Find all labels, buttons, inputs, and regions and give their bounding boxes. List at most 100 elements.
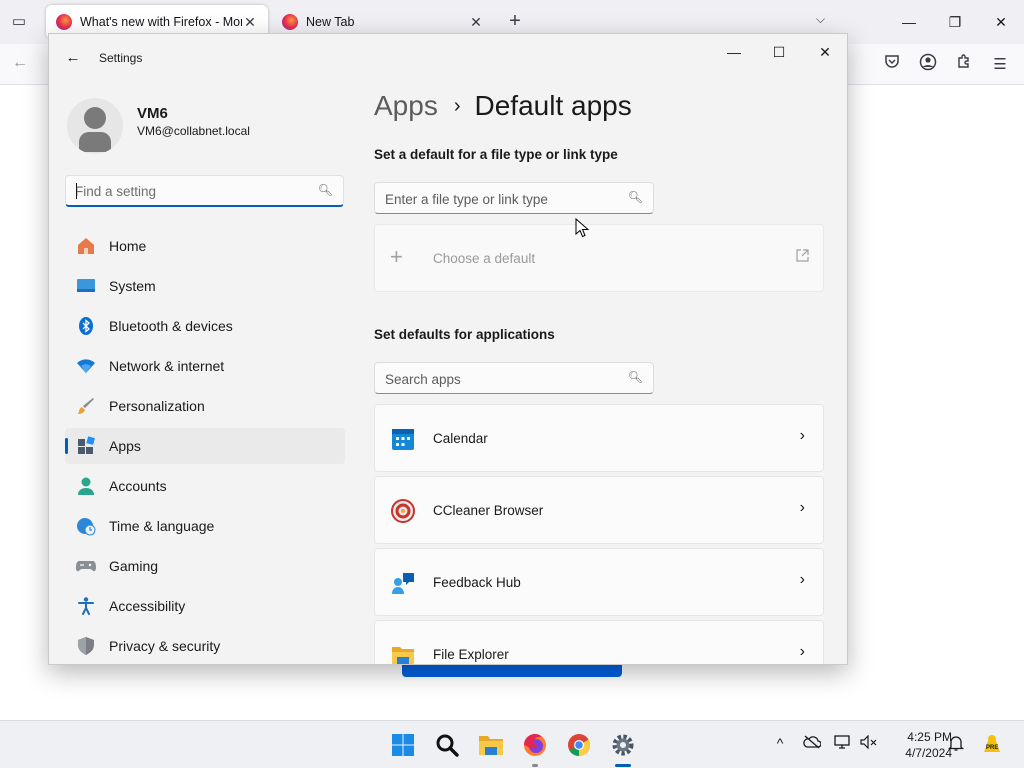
restore-icon[interactable]: ❐ (940, 10, 970, 34)
extensions-icon[interactable] (952, 53, 976, 77)
sidebar-item-apps[interactable]: Apps (65, 428, 345, 464)
find-setting-input[interactable] (75, 182, 305, 200)
wifi-icon (75, 355, 97, 377)
app-search-input[interactable] (385, 370, 615, 388)
firefox-taskbar-button[interactable] (521, 731, 549, 767)
find-setting-box[interactable]: 🔍︎ (65, 175, 344, 207)
pre-badge: PRE (986, 745, 999, 751)
feedback-hub-icon (391, 571, 415, 595)
sidebar-item-personalization[interactable]: Personalization (65, 388, 345, 424)
firefox-view-icon[interactable]: ▭ (8, 12, 30, 32)
app-row-ccleaner-browser[interactable]: CCleaner Browser › (374, 476, 824, 544)
sidebar-item-label: Home (109, 238, 147, 254)
user-name: VM6 (137, 105, 168, 122)
insider-preview-icon[interactable]: PRE (980, 732, 1004, 756)
settings-taskbar-button[interactable] (609, 731, 637, 767)
file-type-input[interactable] (385, 190, 615, 208)
settings-window: ← Settings — ☐ ✕ VM6 VM6@collabnet.local… (48, 33, 848, 665)
sidebar-item-accounts[interactable]: Accounts (65, 468, 345, 504)
gear-icon (612, 734, 634, 756)
active-indicator (615, 764, 631, 767)
app-row-feedback-hub[interactable]: Feedback Hub › (374, 548, 824, 616)
running-indicator (532, 764, 538, 767)
app-row-file-explorer[interactable]: File Explorer › (374, 620, 824, 664)
breadcrumb-apps-link[interactable]: Apps (374, 90, 438, 122)
mouse-pointer-icon (575, 218, 589, 238)
sidebar-item-label: Privacy & security (109, 638, 221, 654)
accessibility-icon (75, 595, 97, 617)
system-clock[interactable]: 4:25 PM 4/7/2024 (886, 729, 952, 761)
avatar[interactable] (67, 98, 123, 154)
chrome-taskbar-button[interactable] (565, 731, 593, 759)
sidebar-item-label: Bluetooth & devices (109, 318, 233, 334)
search-icon: 🔍︎ (627, 190, 643, 204)
onedrive-offline-icon[interactable] (802, 735, 822, 752)
search-button[interactable] (433, 731, 461, 759)
tab-close-icon[interactable]: ✕ (242, 14, 258, 31)
gamepad-icon (75, 555, 97, 577)
settings-app-title: Settings (99, 51, 143, 65)
firefox-favicon-icon (282, 14, 298, 30)
tab-close-icon[interactable]: ✕ (468, 14, 484, 31)
sidebar-item-network[interactable]: Network & internet (65, 348, 345, 384)
account-icon[interactable] (916, 53, 940, 77)
search-icon: 🔍︎ (317, 183, 333, 197)
back-arrow-icon[interactable]: ← (63, 48, 83, 68)
globe-clock-icon (75, 515, 97, 537)
sidebar-item-label: System (109, 278, 156, 294)
user-email: VM6@collabnet.local (137, 124, 250, 138)
app-name: Calendar (433, 431, 488, 446)
brush-icon (75, 395, 97, 417)
file-explorer-taskbar-button[interactable] (477, 731, 505, 759)
taskbar: ^ 4:25 PM 4/7/2024 PRE (0, 720, 1024, 768)
menu-icon[interactable]: ☰ (988, 53, 1012, 77)
maximize-icon[interactable]: ☐ (763, 40, 795, 64)
sidebar-item-bluetooth[interactable]: Bluetooth & devices (65, 308, 345, 344)
sidebar-item-gaming[interactable]: Gaming (65, 548, 345, 584)
sidebar-item-label: Accounts (109, 478, 167, 494)
folder-icon (479, 736, 503, 755)
app-name: File Explorer (433, 647, 509, 662)
search-icon (436, 734, 459, 757)
clock-date: 4/7/2024 (905, 746, 952, 760)
sidebar-item-label: Time & language (109, 518, 215, 534)
pocket-icon[interactable] (880, 53, 904, 77)
file-type-search-box[interactable]: 🔍︎ (374, 182, 654, 214)
choose-default-label: Choose a default (433, 251, 536, 266)
minimize-icon[interactable]: — (894, 10, 924, 34)
show-hidden-icons-chevron-icon[interactable]: ^ (770, 735, 790, 751)
calendar-icon (391, 427, 415, 451)
notification-bell-icon[interactable] (946, 735, 966, 754)
volume-muted-icon[interactable] (859, 734, 879, 752)
settings-title-bar: ← Settings — ☐ ✕ (49, 34, 847, 82)
close-icon[interactable]: ✕ (809, 40, 841, 64)
new-tab-button[interactable]: + (504, 10, 526, 32)
chrome-icon (568, 734, 590, 756)
close-icon[interactable]: ✕ (986, 10, 1016, 34)
app-row-calendar[interactable]: Calendar › (374, 404, 824, 472)
sidebar-item-system[interactable]: System (65, 268, 345, 304)
choose-default-card[interactable]: + Choose a default (374, 224, 824, 292)
apps-icon (75, 435, 97, 457)
sidebar-item-home[interactable]: Home (65, 228, 345, 264)
sidebar-item-privacy[interactable]: Privacy & security (65, 628, 345, 664)
plus-icon: + (390, 244, 403, 269)
sidebar-item-time-language[interactable]: Time & language (65, 508, 345, 544)
shield-icon (75, 635, 97, 657)
page-title: Default apps (474, 90, 632, 121)
open-external-icon (796, 249, 809, 265)
app-search-box[interactable]: 🔍︎ (374, 362, 654, 394)
minimize-icon[interactable]: — (718, 40, 750, 64)
file-explorer-icon (391, 643, 415, 664)
start-button[interactable] (389, 731, 417, 759)
ccleaner-browser-icon (391, 499, 415, 523)
chevron-right-icon: › (799, 571, 805, 588)
sidebar-item-label: Gaming (109, 558, 159, 574)
chevron-right-icon: › (799, 427, 805, 444)
firefox-favicon-icon (56, 14, 72, 30)
back-arrow-icon[interactable]: ← (12, 54, 28, 72)
network-icon[interactable] (833, 735, 853, 752)
clock-time: 4:25 PM (907, 730, 952, 744)
sidebar-item-accessibility[interactable]: Accessibility (65, 588, 345, 624)
list-all-tabs-button[interactable]: ⌵ (816, 12, 825, 27)
